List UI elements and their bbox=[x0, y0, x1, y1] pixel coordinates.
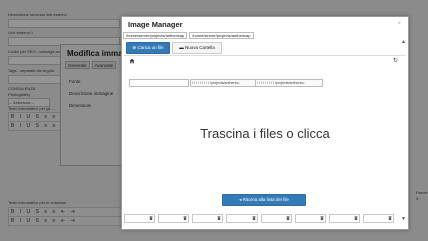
trash-icon[interactable] bbox=[286, 216, 290, 220]
file-slot[interactable] bbox=[362, 214, 394, 223]
path-field[interactable]: / / / / / / / / / /projects/anthericu bbox=[190, 79, 256, 87]
scroll-up-icon[interactable]: ▲ bbox=[401, 39, 406, 45]
image-manager-dialog: Image Manager × /home/server/projects/an… bbox=[121, 16, 409, 230]
back-to-file-list-button[interactable]: ◂ Ritorna alla lista dei file bbox=[222, 194, 306, 206]
trash-icon[interactable] bbox=[251, 216, 256, 220]
breadcrumb: /home/server/projects/anthericap /home/s… bbox=[123, 32, 254, 39]
trash-icon[interactable] bbox=[320, 216, 324, 220]
upload-button[interactable]: ⊕ Carica un file bbox=[126, 42, 170, 54]
file-slot[interactable] bbox=[124, 214, 156, 223]
file-list bbox=[124, 214, 394, 223]
file-slot[interactable] bbox=[158, 214, 190, 223]
trash-icon[interactable] bbox=[388, 216, 392, 220]
back-label: Ritorna alla lista dei file bbox=[242, 197, 289, 202]
file-slot[interactable] bbox=[260, 214, 292, 223]
dropzone[interactable]: Trascina i files o clicca bbox=[122, 126, 408, 141]
path-input[interactable] bbox=[129, 79, 189, 87]
file-slot[interactable] bbox=[328, 214, 360, 223]
trash-icon[interactable] bbox=[354, 216, 358, 220]
close-icon[interactable]: × bbox=[397, 21, 401, 27]
trash-icon[interactable] bbox=[183, 216, 187, 220]
scroll-down-icon[interactable]: ▼ bbox=[401, 216, 406, 222]
new-folder-label: Nuova Cartella bbox=[185, 45, 215, 50]
divider bbox=[124, 55, 406, 56]
home-icon[interactable] bbox=[129, 58, 135, 64]
new-folder-button[interactable]: ▬ Nuova Cartella bbox=[172, 42, 222, 54]
dialog-title: Image Manager bbox=[128, 20, 183, 29]
path-field[interactable]: / / / / / / / / / /projects/anthericu bbox=[255, 79, 323, 87]
breadcrumb-item[interactable]: /home/server/projects/anthericap bbox=[123, 32, 188, 39]
file-slot[interactable] bbox=[192, 214, 224, 223]
breadcrumb-item[interactable]: /home/server/projects/anthericap bbox=[189, 32, 254, 39]
trash-icon[interactable] bbox=[217, 216, 221, 220]
trash-icon[interactable] bbox=[149, 216, 153, 220]
refresh-icon[interactable]: ↻ bbox=[393, 58, 398, 64]
file-slot[interactable] bbox=[226, 214, 258, 223]
upload-label: Carica un file bbox=[137, 45, 164, 50]
file-slot[interactable] bbox=[294, 214, 326, 223]
